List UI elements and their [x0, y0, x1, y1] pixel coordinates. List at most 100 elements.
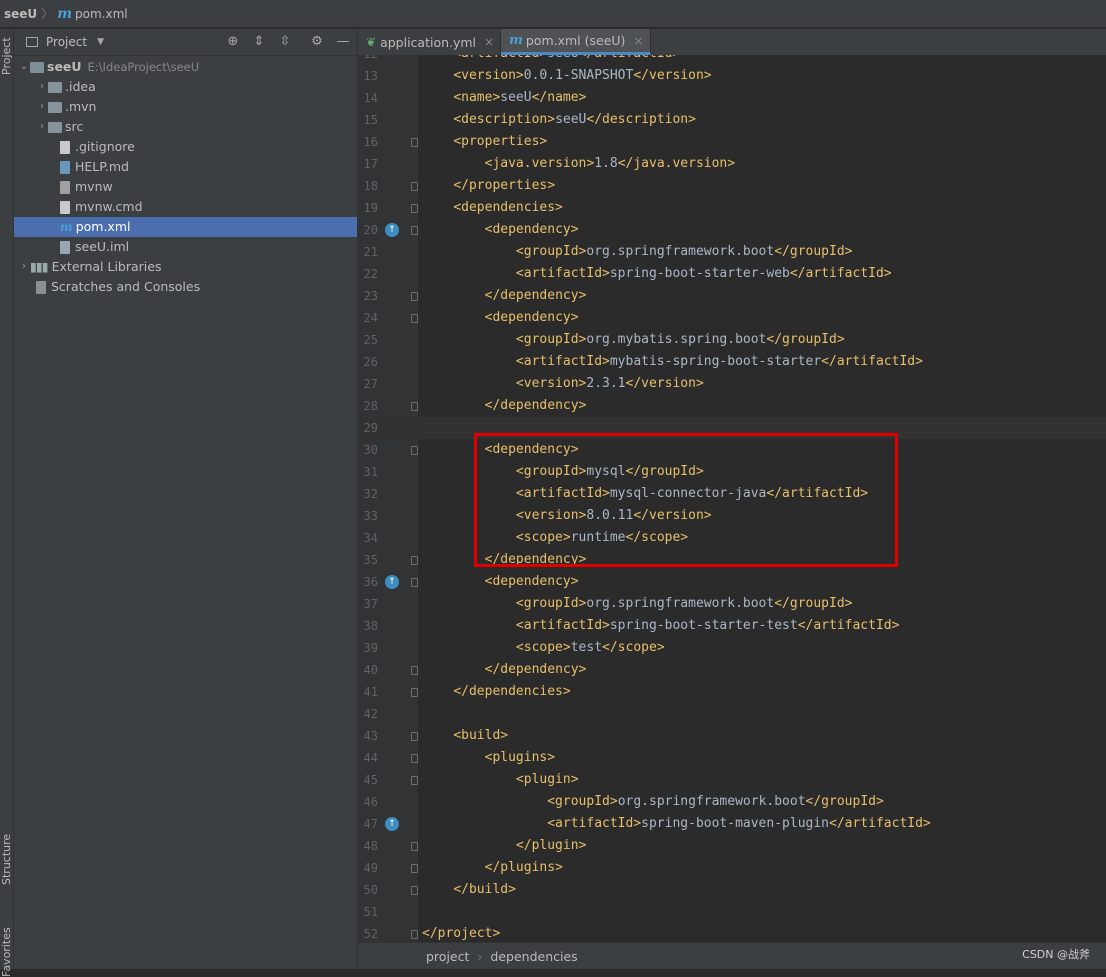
- maven-navigate-icon[interactable]: ↑: [385, 817, 399, 831]
- chevron-right-icon[interactable]: ›: [18, 257, 30, 277]
- code-line[interactable]: 27 <version>2.3.1</version>: [358, 373, 1106, 395]
- code-line[interactable]: 20 ↑ <dependency>: [358, 219, 1106, 241]
- chevron-down-icon[interactable]: ▼: [97, 37, 104, 47]
- code-line[interactable]: 49 </plugins>: [358, 857, 1106, 879]
- code-line[interactable]: 45 <plugin>: [358, 769, 1106, 791]
- fold-marker-icon[interactable]: [411, 886, 418, 895]
- tree-item-mvnw-cmd[interactable]: mvnw.cmd: [60, 197, 357, 217]
- fold-marker-icon[interactable]: [411, 226, 418, 235]
- code-line[interactable]: 51: [358, 901, 1106, 923]
- fold-marker-icon[interactable]: [411, 666, 418, 675]
- fold-marker-icon[interactable]: [411, 776, 418, 785]
- code-line[interactable]: 22 <artifactId>spring-boot-starter-web</…: [358, 263, 1106, 285]
- fold-marker-icon[interactable]: [411, 314, 418, 323]
- line-number: 29: [363, 421, 378, 435]
- code-line[interactable]: 12 <artifactId>seeU</artifactId>: [358, 55, 1106, 65]
- code-line[interactable]: 50 </build>: [358, 879, 1106, 901]
- code-line[interactable]: 14 <name>seeU</name>: [358, 87, 1106, 109]
- close-icon[interactable]: ×: [633, 34, 643, 48]
- code-line[interactable]: 43 <build>: [358, 725, 1106, 747]
- code-line[interactable]: 36 ↑ <dependency>: [358, 571, 1106, 593]
- maven-navigate-icon[interactable]: ↑: [385, 223, 399, 237]
- status-crumb-dependencies[interactable]: dependencies: [490, 949, 577, 964]
- code-line[interactable]: 18 </properties>: [358, 175, 1106, 197]
- code-line[interactable]: 24 <dependency>: [358, 307, 1106, 329]
- code-line[interactable]: 41 </dependencies>: [358, 681, 1106, 703]
- tab-pom-xml[interactable]: m pom.xml (seeU) ×: [501, 29, 651, 55]
- code-line[interactable]: 38 <artifactId>spring-boot-starter-test<…: [358, 615, 1106, 637]
- fold-marker-icon[interactable]: [411, 204, 418, 213]
- tree-item-scratches[interactable]: Scratches and Consoles: [36, 277, 357, 297]
- tree-item-src[interactable]: › src: [36, 117, 357, 137]
- code-text: <plugin>: [515, 772, 579, 787]
- code-line[interactable]: 40 </dependency>: [358, 659, 1106, 681]
- fold-marker-icon[interactable]: [411, 688, 418, 697]
- spring-leaf-icon: ❦: [366, 35, 377, 49]
- code-line[interactable]: 21 <groupId>org.springframework.boot</gr…: [358, 241, 1106, 263]
- line-number: 31: [363, 465, 378, 479]
- code-line[interactable]: 25 <groupId>org.mybatis.spring.boot</gro…: [358, 329, 1106, 351]
- code-line[interactable]: 46 <groupId>org.springframework.boot</gr…: [358, 791, 1106, 813]
- code-line[interactable]: 26 <artifactId>mybatis-spring-boot-start…: [358, 351, 1106, 373]
- hide-panel-icon[interactable]: —: [334, 33, 352, 51]
- left-tool-strip: Project Structure Favorites: [0, 29, 14, 977]
- tree-item-mvn[interactable]: › .mvn: [36, 97, 357, 117]
- code-line[interactable]: 44 <plugins>: [358, 747, 1106, 769]
- tree-item-help-md[interactable]: HELP.md: [60, 157, 357, 177]
- breadcrumb-project[interactable]: seeU: [4, 7, 37, 21]
- tab-application-yml[interactable]: ❦ application.yml ×: [358, 29, 502, 55]
- breadcrumb-file[interactable]: pom.xml: [75, 7, 128, 21]
- line-number: 50: [363, 883, 378, 897]
- code-line[interactable]: 13 <version>0.0.1-SNAPSHOT</version>: [358, 65, 1106, 87]
- tree-item-mvnw[interactable]: mvnw: [60, 177, 357, 197]
- project-view-selector[interactable]: Project: [46, 35, 87, 49]
- chevron-right-icon[interactable]: ›: [36, 117, 48, 137]
- code-line[interactable]: 17 <java.version>1.8</java.version>: [358, 153, 1106, 175]
- tree-item-gitignore[interactable]: .gitignore: [60, 137, 357, 157]
- fold-marker-icon[interactable]: [411, 930, 418, 939]
- code-line[interactable]: 15 <description>seeU</description>: [358, 109, 1106, 131]
- fold-marker-icon[interactable]: [411, 446, 418, 455]
- code-line[interactable]: 48 </plugin>: [358, 835, 1106, 857]
- code-text: <groupId>org.springframework.boot</group…: [547, 794, 884, 809]
- collapse-all-icon[interactable]: ⇳: [276, 33, 294, 51]
- locate-file-icon[interactable]: ⊕: [224, 33, 242, 51]
- chevron-right-icon[interactable]: ›: [36, 77, 48, 97]
- maven-navigate-icon[interactable]: ↑: [385, 575, 399, 589]
- code-text: <build>: [453, 728, 509, 743]
- code-line[interactable]: 52 </project>: [358, 923, 1106, 942]
- close-icon[interactable]: ×: [484, 35, 494, 49]
- fold-marker-icon[interactable]: [411, 556, 418, 565]
- fold-marker-icon[interactable]: [411, 842, 418, 851]
- status-crumb-project[interactable]: project: [426, 949, 469, 964]
- expand-arrow-icon[interactable]: ⌄: [18, 57, 30, 77]
- tree-item-external-libraries[interactable]: › ▮▮▮ External Libraries: [18, 257, 357, 277]
- gear-icon[interactable]: ⚙: [308, 33, 326, 51]
- fold-marker-icon[interactable]: [411, 864, 418, 873]
- fold-marker-icon[interactable]: [411, 402, 418, 411]
- tree-item-idea[interactable]: › .idea: [36, 77, 357, 97]
- code-text: <scope>test</scope>: [515, 640, 665, 655]
- code-line[interactable]: 19 <dependencies>: [358, 197, 1106, 219]
- code-line[interactable]: 47 ↑ <artifactId>spring-boot-maven-plugin…: [358, 813, 1106, 835]
- fold-marker-icon[interactable]: [411, 732, 418, 741]
- code-line[interactable]: 23 </dependency>: [358, 285, 1106, 307]
- code-line[interactable]: 42: [358, 703, 1106, 725]
- tree-item-pom-xml[interactable]: m pom.xml: [14, 217, 357, 237]
- expand-all-icon[interactable]: ⇕: [250, 33, 268, 51]
- chevron-right-icon[interactable]: ›: [36, 97, 48, 117]
- tree-item-root[interactable]: ⌄ seeU E:\IdeaProject\seeU: [18, 57, 357, 77]
- fold-marker-icon[interactable]: [411, 578, 418, 587]
- code-text: <dependency>: [484, 222, 579, 237]
- fold-marker-icon[interactable]: [411, 754, 418, 763]
- line-number: 18: [363, 179, 378, 193]
- tab-label: application.yml: [380, 34, 477, 50]
- tree-item-seeu-iml[interactable]: seeU.iml: [60, 237, 357, 257]
- code-line[interactable]: 16 <properties>: [358, 131, 1106, 153]
- code-line[interactable]: 37 <groupId>org.springframework.boot</gr…: [358, 593, 1106, 615]
- code-line[interactable]: 39 <scope>test</scope>: [358, 637, 1106, 659]
- code-line[interactable]: 28 </dependency>: [358, 395, 1106, 417]
- fold-marker-icon[interactable]: [411, 138, 418, 147]
- fold-marker-icon[interactable]: [411, 292, 418, 301]
- fold-marker-icon[interactable]: [411, 182, 418, 191]
